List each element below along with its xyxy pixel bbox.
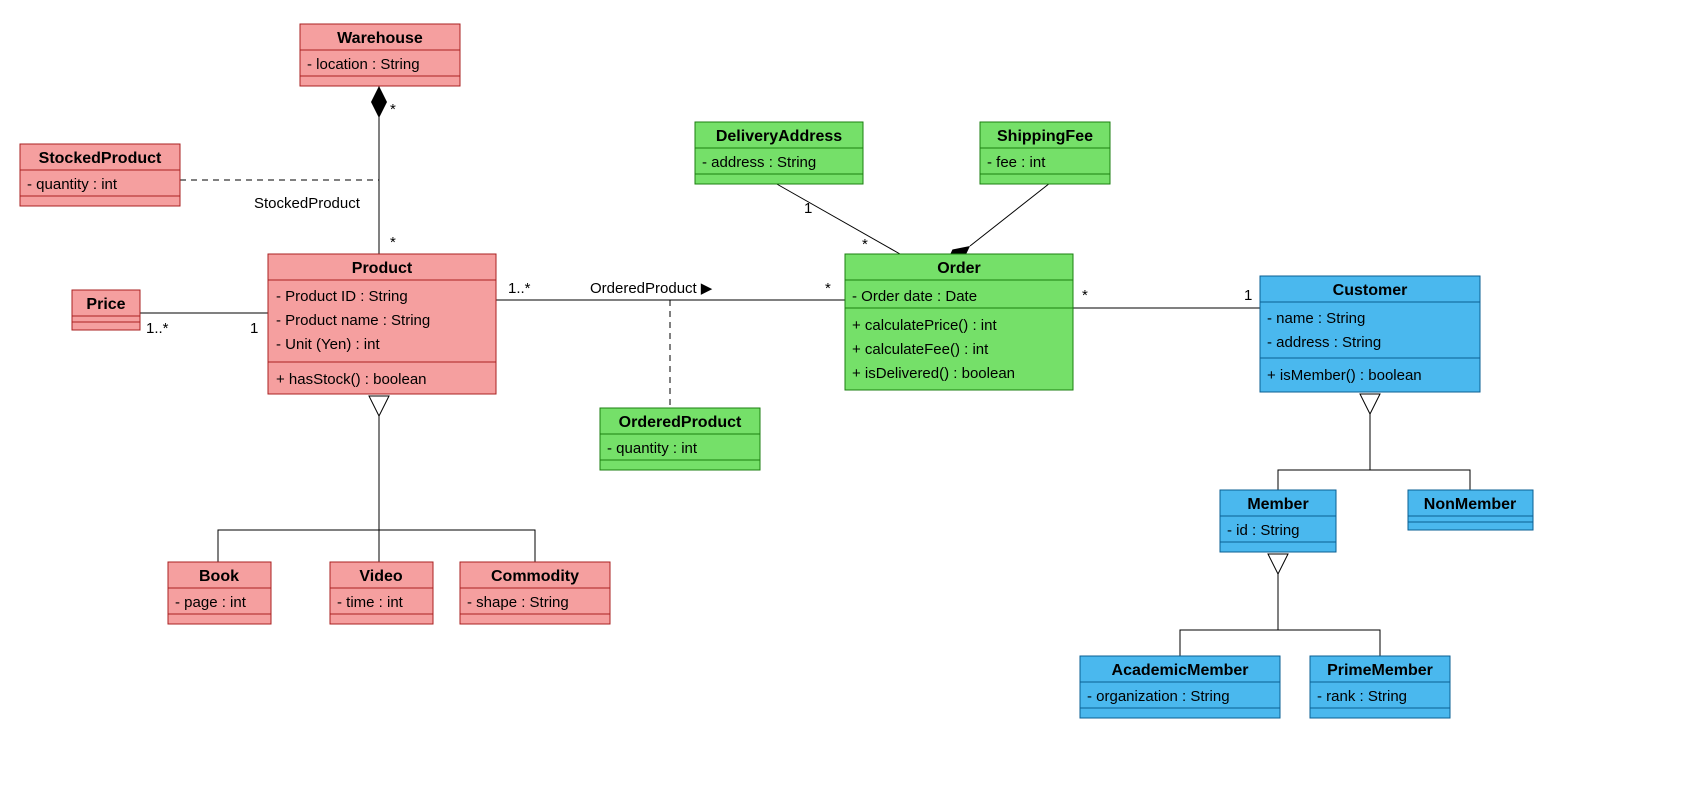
class-title: Customer <box>1333 282 1408 299</box>
class-primemember: PrimeMember - rank : String <box>1310 656 1450 718</box>
class-nonmember: NonMember <box>1408 490 1533 530</box>
class-member: Member - id : String <box>1220 490 1336 552</box>
class-attr: - shape : String <box>467 594 569 611</box>
class-warehouse: Warehouse - location : String <box>300 24 460 86</box>
gen-customer-children <box>1278 394 1470 490</box>
mult-order-star-left: * <box>825 280 831 297</box>
class-attr: - id : String <box>1227 522 1300 539</box>
assoc-name-orderedproduct: OrderedProduct▶ <box>590 280 713 297</box>
class-attr: - organization : String <box>1087 688 1230 705</box>
class-video: Video - time : int <box>330 562 433 624</box>
class-title: Member <box>1247 496 1308 513</box>
class-title: AcademicMember <box>1112 662 1249 679</box>
class-attr: - Unit (Yen) : int <box>276 336 380 353</box>
assoc-product-order: 1..* * OrderedProduct▶ <box>495 280 845 300</box>
class-title: Order <box>937 260 981 277</box>
class-op: + isMember() : boolean <box>1267 367 1422 384</box>
class-title: PrimeMember <box>1327 662 1433 679</box>
assoc-order-customer: * 1 <box>1072 287 1260 308</box>
class-orderedproduct: OrderedProduct - quantity : int <box>600 408 760 470</box>
class-attr: - address : String <box>702 154 816 171</box>
class-op: + calculateFee() : int <box>852 341 989 358</box>
class-attr: - address : String <box>1267 334 1381 351</box>
assoc-name-stockedproduct: StockedProduct <box>254 195 361 212</box>
class-attr: - fee : int <box>987 154 1046 171</box>
uml-diagram: * * StockedProduct 1..* 1 1..* * Ordered… <box>0 0 1686 790</box>
class-op: + hasStock() : boolean <box>276 371 427 388</box>
class-title: Commodity <box>491 568 579 585</box>
class-customer: Customer - name : String - address : Str… <box>1260 276 1480 392</box>
class-title: ShippingFee <box>997 128 1093 145</box>
class-order: Order - Order date : Date + calculatePri… <box>845 254 1073 390</box>
class-attr: - name : String <box>1267 310 1365 327</box>
class-commodity: Commodity - shape : String <box>460 562 610 624</box>
class-attr: - rank : String <box>1317 688 1407 705</box>
class-op: + isDelivered() : boolean <box>852 365 1015 382</box>
class-shippingfee: ShippingFee - fee : int <box>980 122 1110 184</box>
class-attr: - quantity : int <box>27 176 118 193</box>
class-title: Product <box>352 260 413 277</box>
mult-price-onestar: 1..* <box>146 320 169 337</box>
mult-warehouse-star: * <box>390 101 396 118</box>
class-title: DeliveryAddress <box>716 128 842 145</box>
mult-product-onestar: 1..* <box>508 280 531 297</box>
class-stockedproduct: StockedProduct - quantity : int <box>20 144 180 206</box>
assoc-price-product: 1..* 1 <box>140 313 268 337</box>
mult-product-star-up: * <box>390 234 396 251</box>
class-price: Price <box>72 290 140 330</box>
class-attr: - Product name : String <box>276 312 430 329</box>
class-attr: - page : int <box>175 594 247 611</box>
assoc-deliveryaddress-order: 1 * <box>775 183 900 254</box>
class-attr: - Product ID : String <box>276 288 408 305</box>
class-title: Price <box>86 296 125 313</box>
mult-order-star-del: * <box>862 236 868 253</box>
class-academicmember: AcademicMember - organization : String <box>1080 656 1280 718</box>
class-title: NonMember <box>1424 496 1516 513</box>
class-title: Warehouse <box>337 30 423 47</box>
class-attr: - location : String <box>307 56 420 73</box>
class-title: Book <box>199 568 239 585</box>
class-title: Video <box>359 568 403 585</box>
class-title: StockedProduct <box>39 150 162 167</box>
class-title: OrderedProduct <box>619 414 742 431</box>
class-op: + calculatePrice() : int <box>852 317 997 334</box>
mult-customer-one: 1 <box>1244 287 1252 304</box>
mult-delivery-one: 1 <box>804 200 812 217</box>
class-product: Product - Product ID : String - Product … <box>268 254 496 394</box>
class-attr: - time : int <box>337 594 404 611</box>
assoc-product-warehouse: * * StockedProduct <box>254 86 396 254</box>
class-attr: - quantity : int <box>607 440 698 457</box>
gen-member-children <box>1180 554 1380 656</box>
class-deliveryaddress: DeliveryAddress - address : String <box>695 122 863 184</box>
gen-product-children <box>218 396 535 562</box>
class-attr: - Order date : Date <box>852 288 977 305</box>
class-book: Book - page : int <box>168 562 271 624</box>
mult-product-one-left: 1 <box>250 320 258 337</box>
mult-order-star-right: * <box>1082 287 1088 304</box>
